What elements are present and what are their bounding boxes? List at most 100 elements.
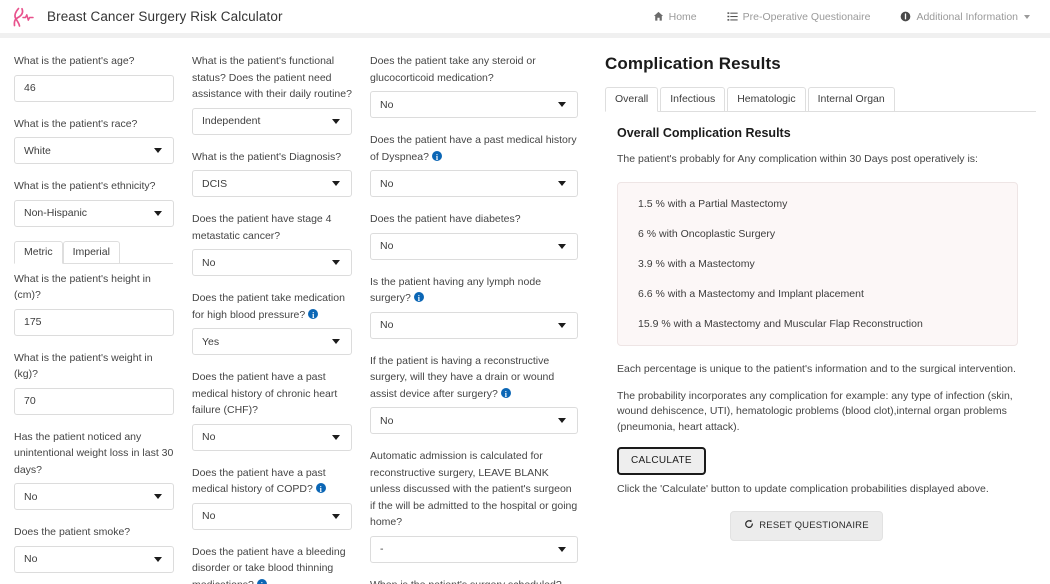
home-icon [653,11,664,22]
results-note-unique: Each percentage is unique to the patient… [617,363,1016,375]
field-blood-pressure-med: Does the patient take medication for hig… [192,290,352,355]
field-patient-age-label: What is the patient's age? [14,55,135,67]
chf-history-select[interactable]: No [192,423,352,451]
weight-loss-select[interactable]: No [14,483,174,510]
copd-history-select[interactable]: No [192,502,352,530]
automatic-admission-select[interactable]: - [370,535,578,563]
steroid-medication-value: No [380,98,394,111]
info-icon[interactable] [431,150,442,166]
nav-item-additional-information[interactable]: Additional Information [900,11,1030,23]
patient-race-select[interactable]: White [14,137,174,164]
calculate-button[interactable]: CALCULATE [617,447,706,475]
probability-item: 6.6 % with a Mastectomy and Implant plac… [638,288,864,300]
field-dyspnea-history-text: Does the patient have a past medical his… [370,134,577,163]
reset-questionaire-button[interactable]: RESET QUESTIONAIRE [730,511,883,541]
field-copd-history: Does the patient have a past medical his… [192,465,352,530]
drain-wound-device-select[interactable]: No [370,407,578,434]
functional-status-select[interactable]: Independent [192,107,352,135]
nav-item-additional-information-label: Additional Information [916,10,1018,23]
nav-item-questionaire-label: Pre-Operative Questionaire [742,10,871,23]
blood-pressure-med-select[interactable]: Yes [192,328,352,355]
chevron-down-icon [558,243,566,249]
nav-item-home[interactable]: Home [653,11,697,23]
tab-infectious[interactable]: Infectious [660,87,726,112]
patient-height-input[interactable]: 175 [14,308,174,336]
field-diagnosis-label: What is the patient's Diagnosis? [192,150,342,163]
patient-age-input[interactable]: 46 [14,74,174,102]
patient-age-value: 46 [24,82,36,94]
field-patient-weight-label: What is the patient's weight in (kg)? [14,351,153,381]
patient-ethnicity-value: Non-Hispanic [24,207,88,219]
field-patient-smoke: Does the patient smoke? No [14,524,174,573]
weight-loss-value: No [24,490,38,503]
diagnosis-select[interactable]: DCIS [192,170,352,197]
field-drain-wound-device: If the patient is having a reconstructiv… [370,353,578,434]
info-icon[interactable] [256,578,267,584]
copd-history-value: No [202,510,216,522]
info-icon[interactable] [315,482,326,499]
calculate-help-text: Click the 'Calculate' button to update c… [617,483,989,495]
field-dyspnea-history-label: Does the patient have a past medical his… [370,132,578,166]
field-blood-pressure-med-label: Does the patient take medication for hig… [192,290,352,324]
field-bleeding-disorder-label: Does the patient have a bleeding disorde… [192,544,352,584]
steroid-medication-select[interactable]: No [370,91,578,118]
field-steroid-medication-label: Does the patient take any steroid or glu… [370,55,536,84]
field-copd-history-text: Does the patient have a past medical his… [192,466,326,496]
patient-height-value: 175 [24,316,42,328]
field-weight-loss: Has the patient noticed any unintentiona… [14,429,174,510]
field-surgery-scheduled: When is the patient's surgery scheduled?… [370,577,578,584]
probability-item: 6 % with Oncoplastic Surgery [638,228,776,240]
probability-item: 15.9 % with a Mastectomy and Muscular Fl… [638,318,923,330]
dyspnea-history-select[interactable]: No [370,170,578,197]
chevron-down-icon [332,181,340,186]
field-chf-history-label: Does the patient have a past medical his… [192,371,338,416]
results-section-heading: Overall Complication Results [617,126,791,140]
automatic-admission-value: - [380,543,384,555]
tab-internal-organ[interactable]: Internal Organ [807,87,895,112]
diabetes-select[interactable]: No [370,232,578,260]
nav-item-questionaire[interactable]: Pre-Operative Questionaire [727,10,871,23]
chevron-down-icon [332,260,340,265]
patient-weight-input[interactable]: 70 [14,387,174,415]
stage4-metastatic-value: No [202,256,216,269]
unit-tab-metric[interactable]: Metric [14,240,63,264]
lymph-node-surgery-select[interactable]: No [370,311,578,339]
field-patient-age: What is the patient's age? 46 [14,53,174,102]
chevron-down-icon [154,210,162,216]
brand-title: Breast Cancer Surgery Risk Calculator [47,9,283,24]
lymph-node-surgery-value: No [380,319,394,331]
probability-item: 3.9 % with a Mastectomy [638,258,755,270]
info-circle-icon [900,11,911,22]
field-diagnosis: What is the patient's Diagnosis? DCIS [192,149,352,197]
top-navbar: Breast Cancer Surgery Risk Calculator Ho… [0,0,1050,38]
tab-hematologic[interactable]: Hematologic [727,87,806,112]
refresh-icon [744,519,754,532]
chevron-down-icon [154,148,162,153]
reset-row: RESET QUESTIONAIRE [617,511,1036,541]
patient-smoke-select[interactable]: No [14,545,174,573]
results-lead-text: The patient's probably for Any complicat… [617,153,978,165]
field-bleeding-disorder-text: Does the patient have a bleeding disorde… [192,545,346,584]
field-dyspnea-history: Does the patient have a past medical his… [370,132,578,197]
brand[interactable]: Breast Cancer Surgery Risk Calculator [10,6,283,28]
info-icon[interactable] [500,387,511,403]
chevron-down-icon [558,546,566,552]
field-lymph-node-surgery: Is the patient having any lymph node sur… [370,274,578,339]
field-lymph-node-surgery-label: Is the patient having any lymph node sur… [370,274,578,308]
chevron-down-icon [332,513,340,519]
unit-tab-imperial[interactable]: Imperial [62,240,120,264]
chevron-down-icon [154,556,162,562]
tab-overall[interactable]: Overall [605,87,659,112]
field-automatic-admission: Automatic admission is calculated for re… [370,448,578,563]
field-stage4-metastatic: Does the patient have stage 4 metastatic… [192,211,352,276]
stage4-metastatic-select[interactable]: No [192,249,352,276]
field-functional-status-label: What is the patient's functional status?… [192,55,352,100]
field-drain-wound-device-text: If the patient is having a reconstructiv… [370,354,555,400]
results-tabs: Overall Infectious Hematologic Internal … [605,87,1036,112]
field-patient-ethnicity: What is the patient's ethnicity? Non-His… [14,178,174,227]
info-icon[interactable] [413,291,424,308]
info-icon[interactable] [308,308,319,324]
field-bleeding-disorder: Does the patient have a bleeding disorde… [192,544,352,584]
dyspnea-history-value: No [380,177,394,190]
patient-ethnicity-select[interactable]: Non-Hispanic [14,199,174,227]
